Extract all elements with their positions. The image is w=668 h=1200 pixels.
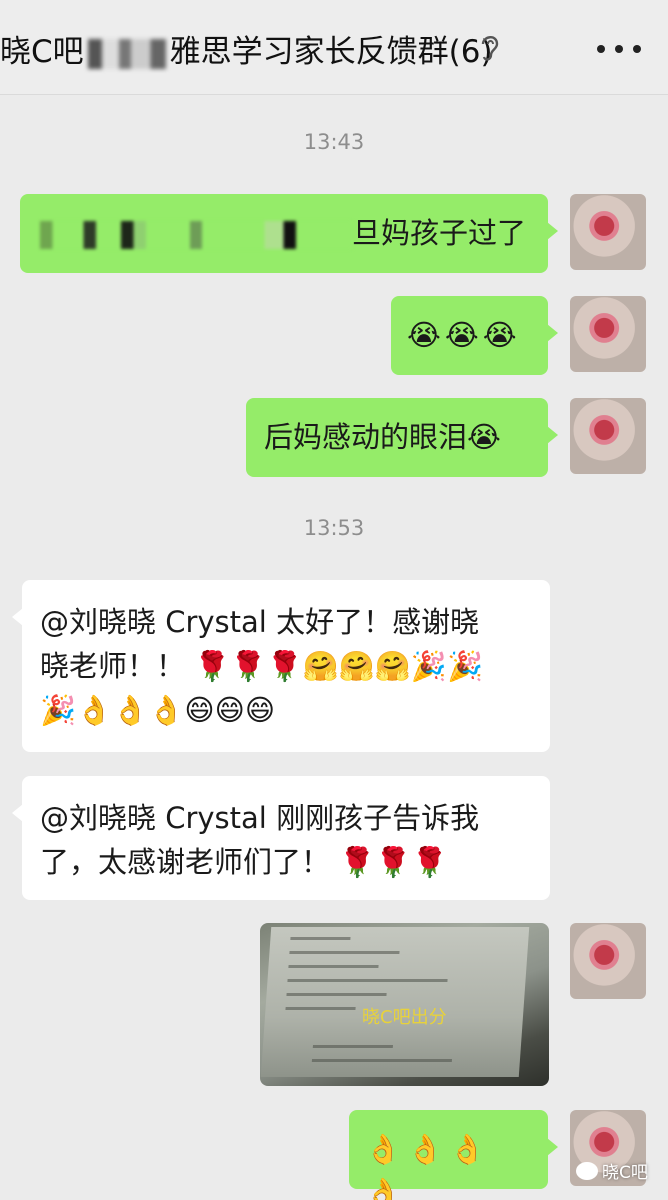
message-line: @刘晓晓 Crystal 刚刚孩子告诉我 [40,796,532,840]
timestamp: 13:53 [303,516,365,540]
message-text: 了，太感谢老师们了！ [40,845,331,879]
message-line: 🎉👌👌👌😄😄😄 [40,688,532,732]
message-bubble-sent[interactable]: 👌👌👌👌 [349,1110,558,1200]
message-bubble-received[interactable]: @刘晓晓 Crystal 刚刚孩子告诉我 了，太感谢老师们了！ 🌹🌹🌹 [12,776,550,900]
chat-title-suffix: 雅思学习家长反馈群(6) [169,34,493,70]
message-text: 刚刚孩子告诉我 [276,801,480,835]
redacted-block [87,38,166,69]
emoji-group: 🌹🌹🌹🤗🤗🤗🎉🎉 [194,649,484,683]
avatar[interactable] [570,296,646,372]
message-bubble-received[interactable]: @刘晓晓 Crystal 太好了！感谢晓 晓老师！！ 🌹🌹🌹🤗🤗🤗🎉🎉 🎉👌👌👌… [12,580,550,752]
avatar[interactable] [570,398,646,474]
rose-emoji-group: 🌹🌹🌹 [339,845,448,879]
avatar[interactable] [570,923,646,999]
watermark-label: 晓C吧 [602,1163,648,1183]
message-line: 晓老师！！ 🌹🌹🌹🤗🤗🤗🎉🎉 [40,644,532,688]
timestamp: 13:43 [303,130,365,154]
crying-emoji-group: 😭😭😭 [407,318,521,352]
chat-title[interactable]: 晓C吧 雅思学习家长反馈群(6) [0,26,493,71]
redacted-text [40,221,352,249]
emoji-group: 🎉👌👌👌😄😄😄 [40,693,276,727]
chat-title-prefix: 晓C吧 [0,34,84,70]
message-line: @刘晓晓 Crystal 太好了！感谢晓 [40,600,532,644]
avatar[interactable] [570,194,646,270]
photo-screen [260,927,530,1077]
chat-header: 晓C吧 雅思学习家长反馈群(6) [0,0,668,95]
photo-watermark: 晓C吧出分 [362,1007,447,1028]
corner-watermark: 晓C吧 [576,1158,648,1183]
message-text: 太好了！感谢晓 [276,605,480,639]
crying-emoji: 😭 [467,420,501,454]
message-bubble-sent[interactable]: 😭😭😭 [391,296,558,375]
message-text: 晓老师！！ [40,649,186,683]
ok-hand-emoji-group: 👌👌👌👌 [365,1132,492,1200]
mention[interactable]: @刘晓晓 Crystal [40,605,267,639]
message-line: 了，太感谢老师们了！ 🌹🌹🌹 [40,840,532,884]
message-text: 旦妈孩子过了 [352,216,527,250]
image-message[interactable]: 晓C吧出分 [260,923,549,1086]
more-icon[interactable] [596,44,642,54]
ear-icon [481,36,499,61]
mention[interactable]: @刘晓晓 Crystal [40,801,267,835]
wechat-logo-icon [576,1161,598,1180]
message-text: 后妈感动的眼泪 [264,420,468,454]
message-bubble-sent[interactable]: 旦妈孩子过了 [20,194,558,273]
message-bubble-sent[interactable]: 后妈感动的眼泪😭 [246,398,558,477]
